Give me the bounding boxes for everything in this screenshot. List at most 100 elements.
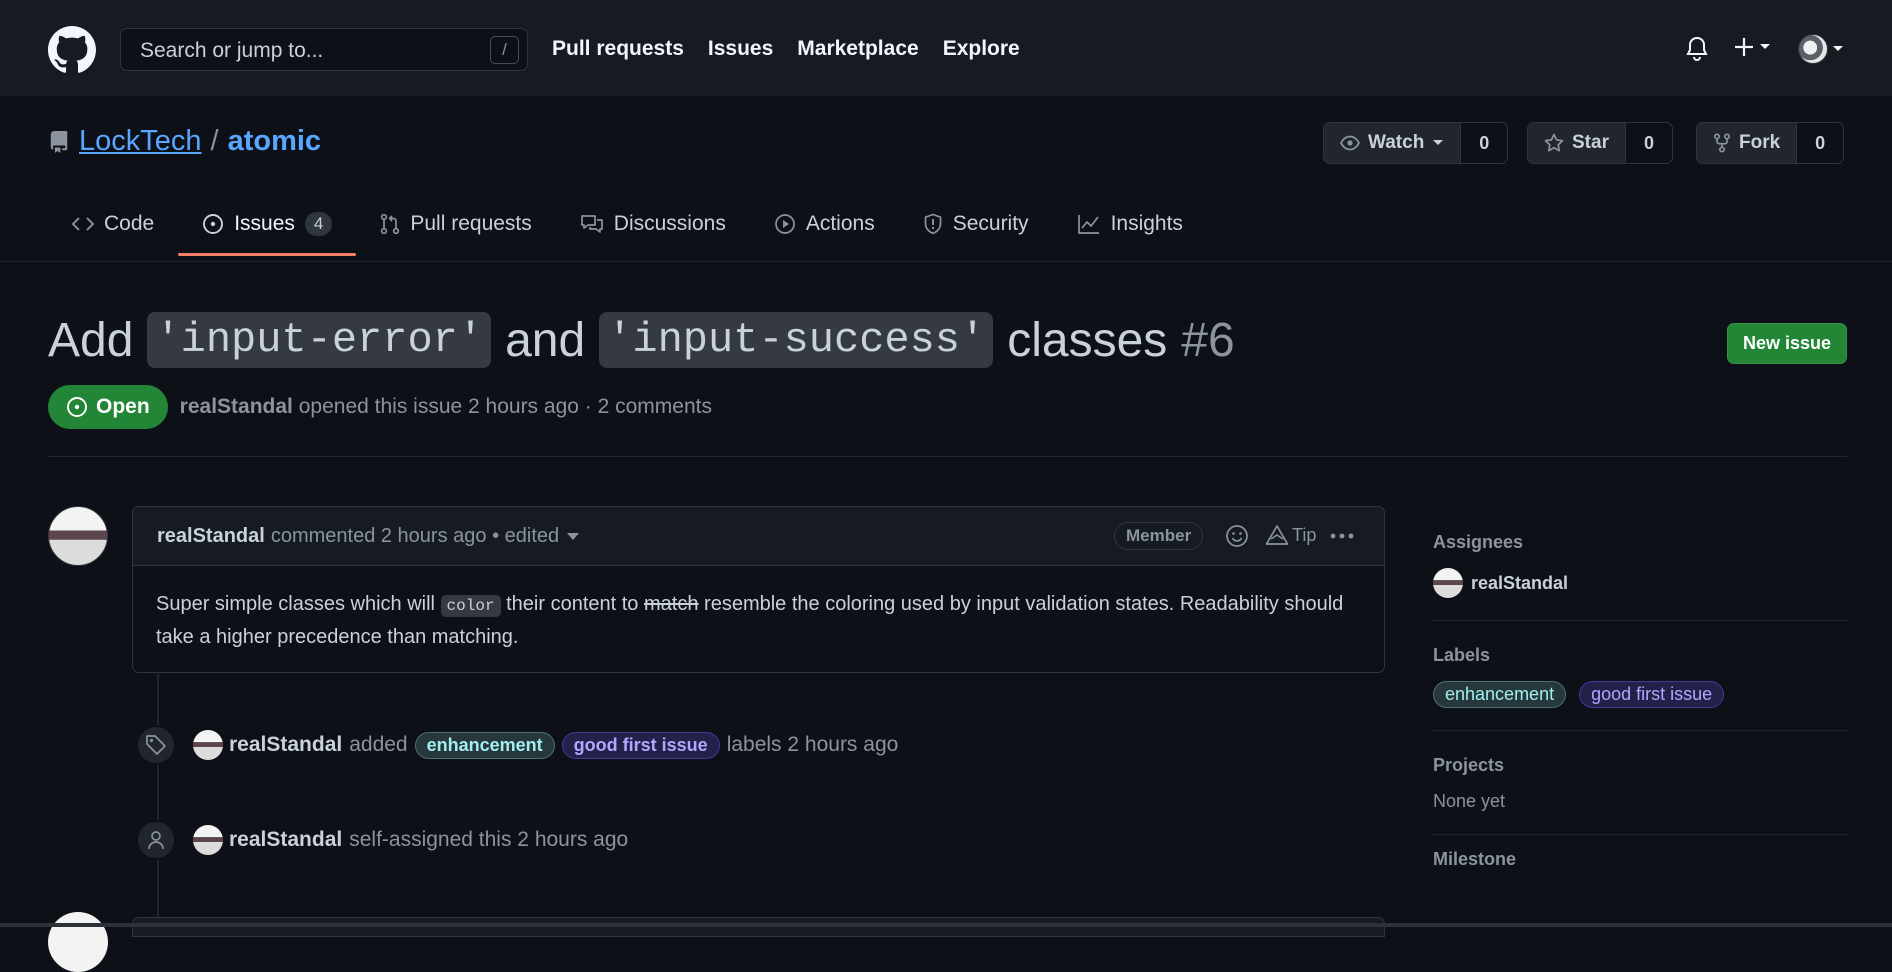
nav-pull-requests[interactable]: Pull requests	[552, 37, 684, 61]
title-text: and	[505, 313, 586, 367]
tab-label: Insights	[1110, 212, 1183, 235]
eye-icon	[1340, 135, 1360, 151]
user-menu[interactable]	[1798, 34, 1844, 64]
comment-text: their content to	[506, 593, 639, 615]
issue-opened-icon	[203, 214, 224, 234]
tab-label: Code	[104, 212, 155, 235]
star-button-group: Star 0	[1527, 122, 1673, 164]
event-user-link[interactable]: realStandal	[229, 733, 342, 757]
comment-author-link[interactable]: realStandal	[157, 525, 265, 548]
tab-security[interactable]: Security	[899, 200, 1053, 254]
smiley-icon[interactable]	[1225, 524, 1249, 548]
alert-icon	[1265, 525, 1289, 545]
fork-label: Fork	[1739, 132, 1781, 153]
tab-pull-requests[interactable]: Pull requests	[356, 200, 555, 254]
nav-issues[interactable]: Issues	[708, 37, 773, 61]
tab-label: Actions	[805, 212, 875, 235]
caret-down-icon	[1760, 44, 1770, 49]
horizontal-scrollbar[interactable]	[0, 923, 1892, 927]
star-label: Star	[1572, 132, 1609, 153]
global-header: Search or jump to... / Pull requests Iss…	[0, 0, 1892, 96]
fork-button-group: Fork 0	[1696, 122, 1845, 164]
milestone-section: Milestone	[1433, 847, 1847, 870]
tip-button[interactable]: Tip	[1265, 524, 1316, 546]
global-nav: Pull requests Issues Marketplace Explore	[552, 37, 1020, 61]
issues-count-badge: 4	[304, 212, 333, 236]
watch-button[interactable]: Watch	[1324, 123, 1462, 163]
title-code: 'input-success'	[599, 312, 994, 368]
nav-explore[interactable]: Explore	[943, 37, 1020, 61]
search-placeholder: Search or jump to...	[140, 39, 324, 62]
milestone-heading[interactable]: Milestone	[1433, 849, 1847, 870]
tab-issues[interactable]: Issues 4	[178, 200, 357, 256]
projects-heading[interactable]: Projects	[1433, 755, 1847, 776]
issue-number: #6	[1181, 313, 1235, 367]
bell-icon[interactable]	[1685, 36, 1709, 62]
tab-discussions[interactable]: Discussions	[556, 200, 750, 254]
label-enhancement[interactable]: enhancement	[1433, 681, 1567, 708]
event-text: added	[349, 733, 408, 756]
timeline-event-assigned: realStandal self-assigned this 2 hours a…	[136, 820, 628, 860]
projects-value: None yet	[1433, 791, 1506, 811]
search-input[interactable]: Search or jump to... /	[120, 28, 528, 71]
repo-name-link[interactable]: atomic	[228, 125, 321, 158]
assignee-item[interactable]: realStandal	[1433, 568, 1847, 598]
tab-insights[interactable]: Insights	[1053, 200, 1207, 254]
issue-meta: realStandal opened this issue 2 hours ag…	[180, 395, 712, 419]
projects-section: Projects None yet	[1433, 743, 1847, 835]
event-text: labels 2 hours ago	[726, 733, 899, 756]
labels-list: enhancement good first issue	[1433, 681, 1847, 708]
avatar[interactable]	[48, 506, 108, 566]
tab-code[interactable]: Code	[48, 200, 178, 254]
tab-label: Security	[952, 212, 1029, 235]
nav-marketplace[interactable]: Marketplace	[797, 37, 918, 61]
status-badge: Open	[48, 385, 168, 429]
event-user-link[interactable]: realStandal	[229, 828, 342, 852]
star-button[interactable]: Star	[1528, 123, 1626, 163]
issue-sidebar: Assignees realStandal Labels enhancement…	[1433, 520, 1847, 885]
avatar	[1798, 34, 1828, 64]
assignees-section: Assignees realStandal	[1433, 520, 1847, 621]
tab-label: Issues	[234, 212, 295, 235]
search-shortcut-key: /	[490, 36, 519, 64]
avatar[interactable]	[193, 730, 223, 760]
title-text: classes	[1007, 313, 1168, 367]
create-new-menu[interactable]	[1733, 36, 1771, 58]
tag-icon	[136, 725, 176, 765]
repo-icon	[50, 130, 68, 153]
comment-meta[interactable]: commented 2 hours ago • edited	[271, 525, 559, 548]
tab-label: Pull requests	[410, 212, 532, 235]
inline-code: color	[440, 595, 501, 617]
play-icon	[774, 214, 795, 234]
fork-count[interactable]: 0	[1797, 123, 1844, 163]
kebab-horizontal-icon[interactable]	[1329, 524, 1355, 548]
tab-actions[interactable]: Actions	[750, 200, 899, 254]
star-count[interactable]: 0	[1625, 123, 1672, 163]
watch-button-group: Watch 0	[1323, 122, 1509, 164]
labels-heading[interactable]: Labels	[1433, 645, 1847, 666]
avatar[interactable]	[48, 912, 108, 972]
tab-label: Discussions	[613, 212, 726, 235]
caret-down-icon	[1833, 46, 1843, 51]
star-icon	[1544, 133, 1564, 152]
watch-count[interactable]: 0	[1461, 123, 1508, 163]
timeline-line	[157, 674, 159, 927]
comment-discussion-icon	[580, 215, 603, 233]
issue-state-row: Open realStandal opened this issue 2 hou…	[48, 385, 712, 429]
github-logo-icon[interactable]	[48, 26, 96, 74]
chevron-down-icon[interactable]	[567, 532, 580, 540]
assignees-heading[interactable]: Assignees	[1433, 532, 1847, 553]
fork-button[interactable]: Fork	[1697, 123, 1798, 163]
label-good-first-issue[interactable]: good first issue	[561, 731, 720, 759]
repo-owner-link[interactable]: LockTech	[79, 125, 202, 158]
new-issue-button[interactable]: New issue	[1727, 323, 1847, 364]
repo-separator: /	[210, 125, 219, 157]
status-text: Open	[96, 395, 150, 418]
shield-icon	[924, 213, 942, 235]
author-link[interactable]: realStandal	[180, 395, 293, 418]
header-divider	[48, 456, 1847, 457]
avatar[interactable]	[193, 825, 223, 855]
repo-tabs: Code Issues 4 Pull requests Discussions …	[48, 200, 1207, 256]
label-good-first-issue[interactable]: good first issue	[1579, 681, 1725, 708]
label-enhancement[interactable]: enhancement	[414, 731, 555, 759]
